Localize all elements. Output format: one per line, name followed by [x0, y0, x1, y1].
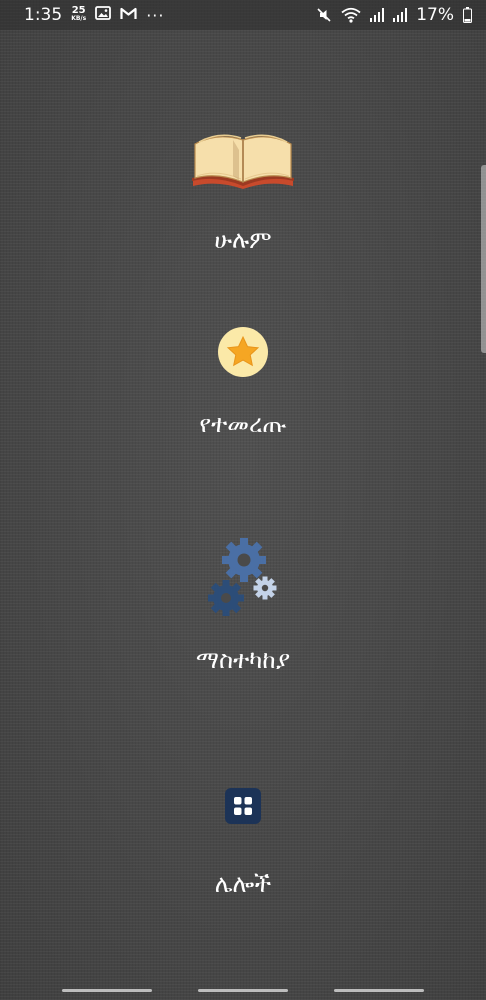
menu-label-settings: ማስተካከያ	[195, 646, 291, 674]
status-left: 1:35 25 KB/s ···	[24, 5, 164, 25]
menu-label-others: ሌሎች	[214, 870, 272, 898]
gmail-icon	[120, 5, 137, 25]
navigation-bar	[0, 980, 486, 1000]
network-speed: 25 KB/s	[71, 5, 87, 23]
book-icon	[189, 128, 297, 194]
menu-item-others[interactable]: ሌሎች	[0, 788, 486, 898]
menu-label-favorites: የተመረጡ	[199, 410, 287, 438]
status-time: 1:35	[24, 5, 63, 25]
mute-icon	[316, 7, 332, 23]
image-icon	[95, 5, 112, 25]
signal-icon	[393, 8, 408, 22]
network-speed-value: 25	[71, 5, 86, 16]
apps-grid-icon	[225, 788, 261, 828]
status-right: 17%	[316, 5, 472, 25]
battery-icon	[463, 7, 472, 23]
menu-label-all: ሁሉም	[214, 226, 272, 254]
back-button[interactable]	[334, 989, 424, 992]
signal-icon	[370, 8, 385, 22]
home-button[interactable]	[198, 989, 288, 992]
menu-item-all[interactable]: ሁሉም	[0, 128, 486, 254]
recents-button[interactable]	[62, 989, 152, 992]
menu-item-favorites[interactable]: የተመረጡ	[0, 326, 486, 438]
more-notifications-icon: ···	[146, 5, 165, 25]
menu-item-settings[interactable]: ማስተካከያ	[0, 538, 486, 674]
battery-percent: 17%	[416, 5, 454, 25]
wifi-icon	[341, 7, 361, 23]
gears-icon	[208, 538, 278, 624]
network-speed-unit: KB/s	[71, 15, 87, 22]
star-icon	[217, 326, 269, 382]
status-bar: 1:35 25 KB/s ··· 17%	[0, 0, 486, 30]
